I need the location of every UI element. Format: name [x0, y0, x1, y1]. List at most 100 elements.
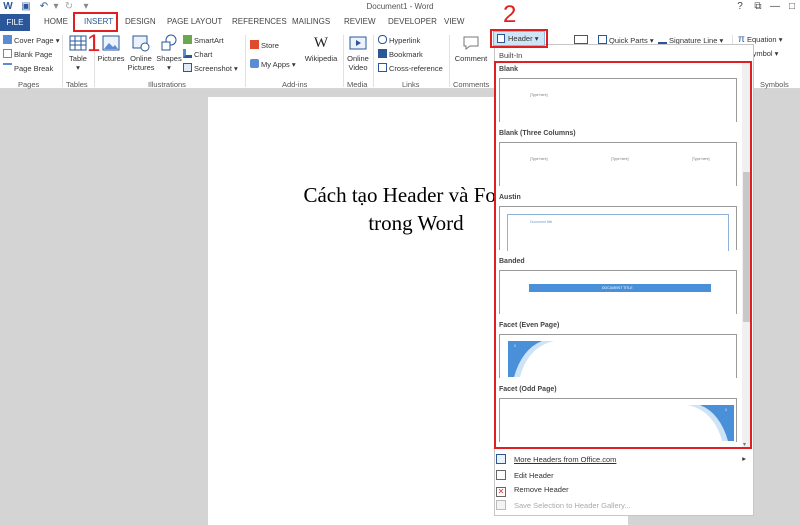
remove-header-icon: ✕	[496, 487, 506, 497]
tab-view[interactable]: VIEW	[444, 17, 464, 26]
group-label-links: Links	[402, 80, 420, 89]
ribbon-separator	[245, 35, 246, 87]
my-apps-label: My Apps	[261, 60, 290, 69]
blank-page-label: Blank Page	[14, 50, 53, 59]
maximize-button[interactable]: □	[782, 0, 800, 14]
smartart-icon	[183, 35, 192, 44]
my-apps-button[interactable]: My Apps ▾	[250, 59, 296, 70]
page-break-label: Page Break	[14, 64, 54, 73]
bookmark-button[interactable]: Bookmark	[378, 49, 423, 60]
online-pictures-label-1: Online	[130, 54, 152, 63]
remove-header-label: Remove Header	[514, 485, 569, 494]
group-label-tables: Tables	[66, 80, 88, 89]
online-pictures-label-2: Pictures	[127, 63, 155, 72]
cross-reference-button[interactable]: Cross-reference	[378, 63, 443, 74]
group-label-pages: Pages	[18, 80, 40, 89]
save-selection-menu-item[interactable]: Save Selection to Header Gallery...	[496, 500, 631, 510]
tab-mailings[interactable]: MAILINGS	[292, 17, 330, 26]
pictures-icon	[102, 35, 120, 51]
equation-label: Equation	[747, 35, 777, 44]
window-title: Document1 - Word	[366, 2, 434, 11]
ribbon-tabs: HOME INSERT DESIGN PAGE LAYOUT REFERENCE…	[0, 14, 800, 31]
comment-label: Comment	[454, 54, 488, 63]
screenshot-icon	[183, 63, 192, 72]
blank-page-button[interactable]: Blank Page	[3, 49, 52, 60]
smartart-button[interactable]: SmartArt	[183, 35, 224, 46]
screenshot-label: Screenshot	[194, 64, 232, 73]
cover-page-icon	[3, 35, 12, 44]
edit-header-icon	[496, 470, 506, 480]
highlight-insert-tab	[73, 12, 118, 32]
group-label-comments: Comments	[453, 80, 490, 89]
smartart-label: SmartArt	[194, 36, 224, 45]
more-headers-label: More Headers from Office.com	[514, 455, 617, 464]
cross-reference-label: Cross-reference	[389, 64, 443, 73]
document-title-line2: trong Word	[368, 211, 464, 235]
tab-review[interactable]: REVIEW	[344, 17, 376, 26]
tab-references[interactable]: REFERENCES	[232, 17, 287, 26]
shapes-icon	[161, 34, 177, 51]
step-number-1: 1	[87, 30, 101, 57]
ribbon-separator	[449, 35, 450, 87]
more-headers-menu-item[interactable]: More Headers from Office.com ▸	[496, 454, 752, 464]
hyperlink-button[interactable]: Hyperlink	[378, 35, 420, 46]
tab-file[interactable]: FILE	[0, 14, 30, 31]
title-bar: W ▣ ↶ ▾ ↻ ▾ Document1 - Word ? ⧉ — □	[0, 0, 800, 14]
blank-page-icon	[3, 49, 12, 58]
table-icon	[69, 35, 87, 51]
pictures-button[interactable]: Pictures	[96, 34, 126, 63]
hyperlink-label: Hyperlink	[389, 36, 421, 45]
ribbon-separator	[373, 35, 374, 87]
store-button[interactable]: Store	[250, 40, 279, 51]
tab-design[interactable]: DESIGN	[125, 17, 156, 26]
shapes-label: Shapes	[156, 54, 182, 63]
tab-page-layout[interactable]: PAGE LAYOUT	[167, 17, 222, 26]
screenshot-button[interactable]: Screenshot ▾	[183, 63, 238, 74]
online-video-button[interactable]: Online Video	[345, 34, 371, 72]
save-selection-label: Save Selection to Header Gallery...	[514, 501, 631, 510]
text-box-icon	[574, 35, 588, 44]
wikipedia-icon: W	[313, 35, 329, 51]
cross-reference-icon	[378, 63, 387, 72]
page-break-icon	[3, 63, 12, 72]
store-label: Store	[261, 41, 279, 50]
comment-icon	[463, 36, 479, 50]
chart-icon	[183, 49, 192, 58]
page-break-button[interactable]: Page Break	[3, 63, 53, 74]
group-label-illustrations: Illustrations	[148, 80, 186, 89]
step-number-2: 2	[503, 1, 517, 28]
pictures-label: Pictures	[97, 54, 125, 63]
online-pictures-icon	[132, 35, 150, 52]
table-label: Table	[69, 54, 87, 63]
chart-label: Chart	[194, 50, 213, 59]
highlight-header-button	[490, 29, 548, 48]
remove-header-menu-item[interactable]: ✕ Remove Header	[496, 485, 569, 497]
cover-page-label: Cover Page	[14, 36, 54, 45]
store-icon	[250, 40, 259, 49]
bookmark-label: Bookmark	[389, 50, 423, 59]
signature-line-icon	[658, 35, 667, 44]
shapes-button[interactable]: Shapes ▾	[156, 34, 182, 72]
bookmark-icon	[378, 49, 387, 58]
edit-header-menu-item[interactable]: Edit Header	[496, 470, 554, 480]
cover-page-button[interactable]: Cover Page ▾	[3, 35, 59, 46]
wikipedia-button[interactable]: W Wikipedia	[303, 34, 339, 63]
wikipedia-label: Wikipedia	[304, 54, 338, 63]
my-apps-icon	[250, 59, 259, 68]
comment-button[interactable]: Comment	[451, 34, 491, 63]
help-button[interactable]: ?	[730, 0, 750, 14]
online-video-label-2: Video	[348, 63, 368, 72]
chart-button[interactable]: Chart	[183, 49, 212, 60]
ribbon-separator	[62, 35, 63, 87]
submenu-arrow-icon: ▸	[742, 454, 746, 463]
online-video-icon	[349, 36, 367, 50]
more-headers-icon	[496, 454, 506, 464]
hyperlink-icon	[378, 35, 387, 44]
online-video-label-1: Online	[347, 54, 369, 63]
tab-home[interactable]: HOME	[44, 17, 68, 26]
online-pictures-button[interactable]: Online Pictures	[127, 34, 155, 72]
highlight-header-gallery	[494, 61, 752, 449]
tab-developer[interactable]: DEVELOPER	[388, 17, 437, 26]
quick-parts-icon	[598, 35, 607, 44]
group-label-addins: Add-ins	[282, 80, 308, 89]
